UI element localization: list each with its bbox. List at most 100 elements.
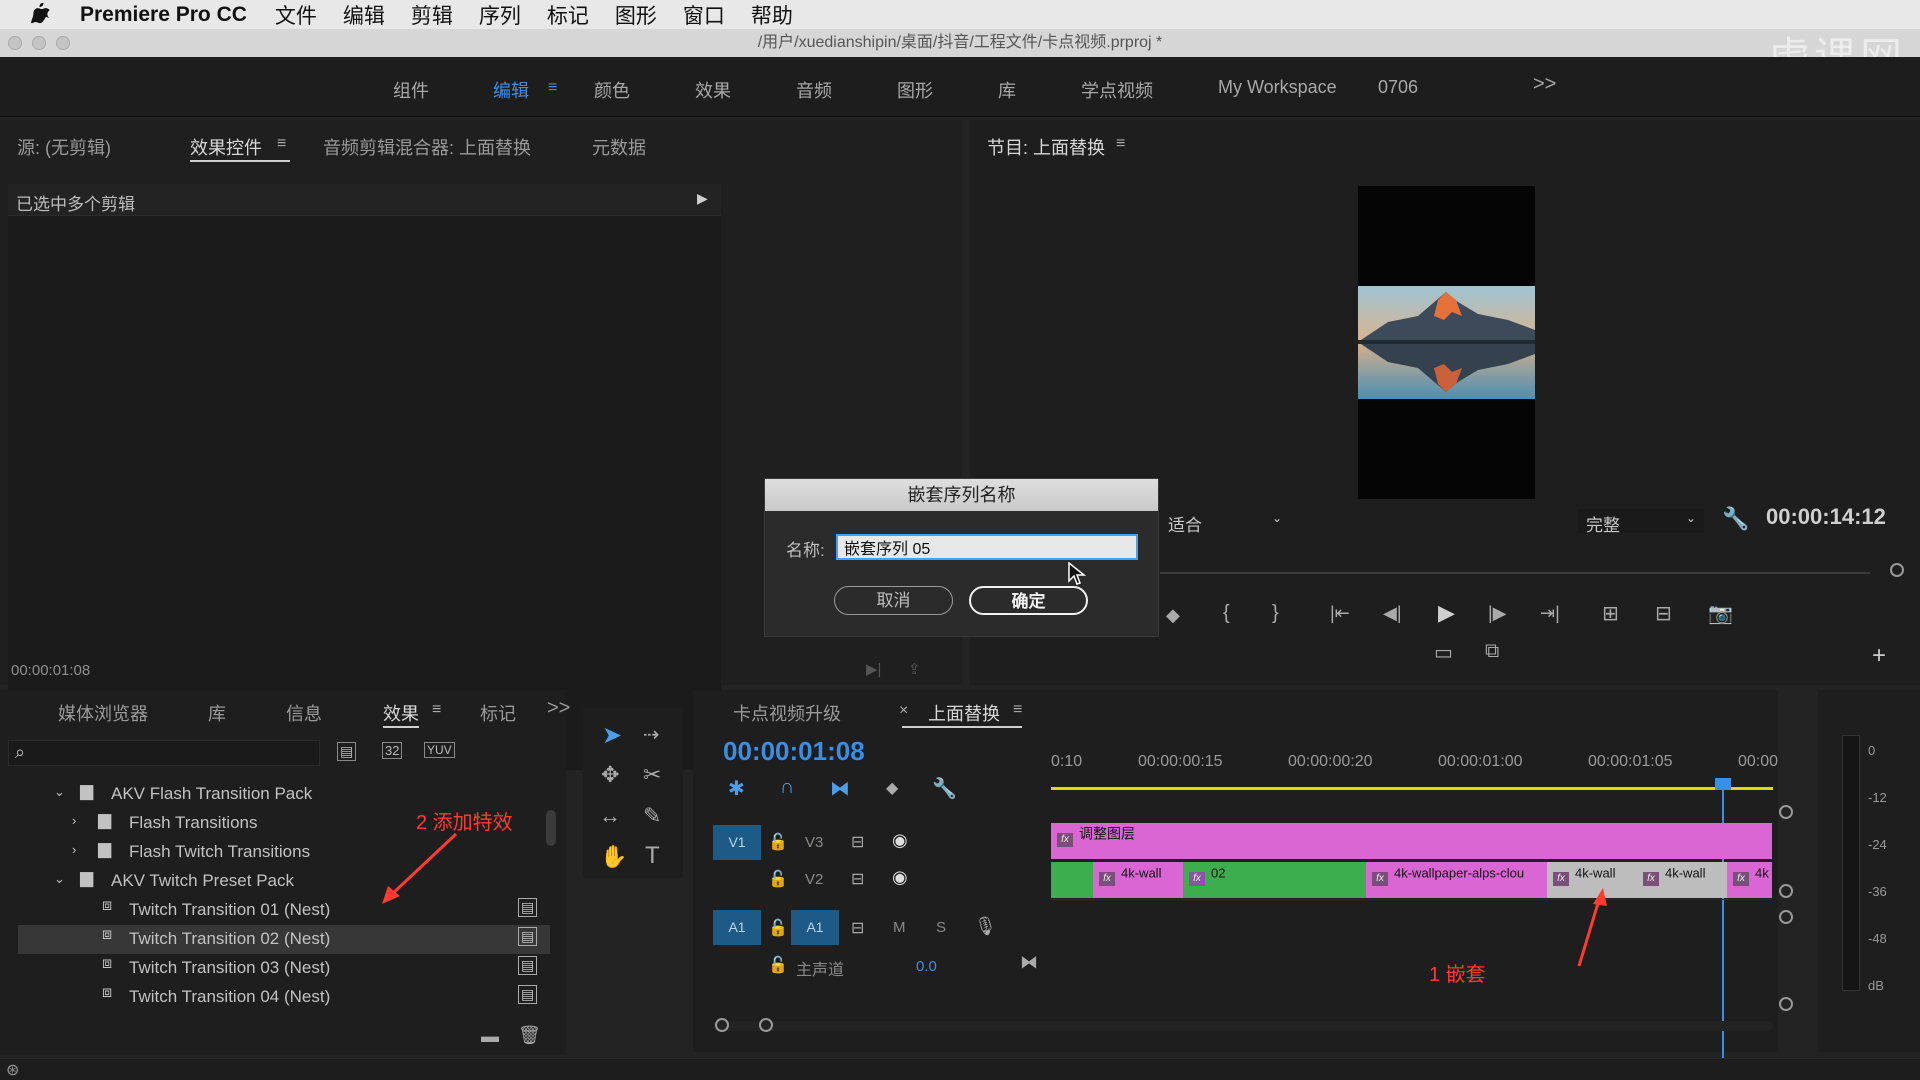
export-frame-icon[interactable]: 📷 <box>1708 601 1733 626</box>
delete-icon[interactable]: 🗑 <box>518 1025 541 1046</box>
clip-02[interactable]: fx 02 <box>1183 862 1366 898</box>
add-marker-icon[interactable]: ◆ <box>1166 605 1180 626</box>
compare-view-icon[interactable]: ⧉ <box>1485 640 1499 663</box>
nest-toggle-icon[interactable]: ✱ <box>728 776 745 801</box>
close-window-button[interactable] <box>8 36 22 50</box>
sync-lock-icon[interactable]: ⊟ <box>851 869 864 889</box>
tab-source[interactable]: 源: (无剪辑) <box>17 134 111 160</box>
clip-4k-wall-3[interactable]: fx 4k-wall <box>1637 862 1727 898</box>
slip-tool-icon[interactable]: ↔ <box>599 803 621 829</box>
time-ruler[interactable]: 0:10 00:00:00:15 00:00:00:20 00:00:01:00… <box>1051 730 1778 792</box>
go-to-out-icon[interactable]: ⇥| <box>1540 603 1560 624</box>
track-zoom-handle[interactable] <box>1779 910 1793 924</box>
lock-icon[interactable]: 🔓 <box>768 955 788 975</box>
menu-help[interactable]: 帮助 <box>751 0 793 30</box>
tree-item-flash-twitch-transitions[interactable]: › ▆ Flash Twitch Transitions <box>18 838 550 867</box>
accelerated-effects-icon[interactable]: ▤ <box>337 742 357 761</box>
apple-icon[interactable] <box>30 2 52 27</box>
hand-tool-icon[interactable]: ✋ <box>600 844 627 870</box>
quality-select[interactable]: 完整 ⌄ <box>1578 509 1704 535</box>
program-monitor-title[interactable]: 节目: 上面替换 <box>987 134 1105 160</box>
eye-icon[interactable]: ◉ <box>892 830 908 851</box>
track-zoom-handle[interactable] <box>1779 884 1793 898</box>
workspace-my-workspace[interactable]: My Workspace <box>1218 77 1337 98</box>
menu-edit[interactable]: 编辑 <box>343 0 385 30</box>
zoom-handle-left[interactable] <box>715 1018 729 1032</box>
pen-tool-icon[interactable]: ✎ <box>643 803 661 829</box>
new-folder-icon[interactable]: ▬ <box>481 1026 499 1047</box>
workspace-xuedian[interactable]: 学点视频 <box>1081 77 1153 103</box>
zoom-window-button[interactable] <box>56 36 70 50</box>
tree-item-twitch-01[interactable]: ⧈ Twitch Transition 01 (Nest) ▤ <box>18 896 550 925</box>
close-tab-icon[interactable]: × <box>899 702 908 720</box>
menu-sequence[interactable]: 序列 <box>479 0 521 30</box>
mark-out-icon[interactable]: } <box>1272 602 1279 625</box>
program-menu-icon[interactable]: ≡ <box>1116 135 1125 153</box>
go-to-in-icon[interactable]: |⇤ <box>1330 603 1350 624</box>
tab-effect-controls[interactable]: 效果控件 <box>190 134 262 160</box>
sync-lock-icon[interactable]: ⊟ <box>851 918 864 938</box>
workspace-0706[interactable]: 0706 <box>1378 77 1418 98</box>
mark-in-icon[interactable]: { <box>1223 602 1230 625</box>
add-button-icon[interactable]: + <box>1872 642 1886 670</box>
tree-item-twitch-02[interactable]: ⧈ Twitch Transition 02 (Nest) ▤ <box>18 925 550 954</box>
add-marker-icon[interactable]: ◆ <box>886 778 898 798</box>
clip-green-start[interactable] <box>1051 862 1093 898</box>
track-zoom-handle[interactable] <box>1779 997 1793 1011</box>
wrench-icon[interactable]: 🔧 <box>1722 506 1749 532</box>
lock-icon[interactable]: 🔓 <box>768 918 788 938</box>
tab-sequence-shangmian[interactable]: 上面替换 <box>928 700 1000 726</box>
scrub-end-handle[interactable] <box>1890 563 1904 577</box>
step-forward-icon[interactable]: |▶ <box>1488 603 1507 624</box>
type-tool-icon[interactable]: T <box>645 842 660 870</box>
adjustment-layer-clip[interactable]: fx 调整图层 <box>1051 823 1772 859</box>
lift-icon[interactable]: ⊞ <box>1602 601 1619 626</box>
menu-graphics[interactable]: 图形 <box>615 0 657 30</box>
fit-select[interactable]: 适合 ⌄ <box>1168 509 1294 535</box>
workspace-editing[interactable]: 编辑 <box>493 77 529 103</box>
timeline-timecode[interactable]: 00:00:01:08 <box>723 736 865 767</box>
menu-markers[interactable]: 标记 <box>547 0 589 30</box>
workspace-libraries[interactable]: 库 <box>998 77 1016 103</box>
play-icon[interactable]: ▶ <box>1438 600 1455 626</box>
go-to-end-icon[interactable]: ⧓ <box>1020 952 1038 973</box>
timeline-menu-icon[interactable]: ≡ <box>1013 701 1022 719</box>
timeline-zoom-scrollbar[interactable] <box>713 1021 1773 1031</box>
effects-menu-icon[interactable]: ≡ <box>432 701 441 719</box>
workspace-assembly[interactable]: 组件 <box>393 77 429 103</box>
ripple-edit-tool-icon[interactable]: ✥ <box>601 762 619 788</box>
a1-source-patch[interactable]: A1 <box>713 910 761 945</box>
minimize-window-button[interactable] <box>32 36 46 50</box>
effects-search-input[interactable]: ⌕ <box>8 740 320 766</box>
selection-tool-icon[interactable]: ➤ <box>602 721 622 750</box>
track-select-tool-icon[interactable]: ⇢ <box>643 722 660 747</box>
workspace-menu-icon[interactable]: ≡ <box>548 79 557 97</box>
lock-icon[interactable]: 🔓 <box>768 869 788 889</box>
sync-lock-icon[interactable]: ⊟ <box>851 832 864 852</box>
menu-clip[interactable]: 剪辑 <box>411 0 453 30</box>
menu-window[interactable]: 窗口 <box>683 0 725 30</box>
razor-tool-icon[interactable]: ✂ <box>643 762 661 788</box>
program-scrub-bar[interactable] <box>1160 572 1870 574</box>
tab-metadata[interactable]: 元数据 <box>592 134 646 160</box>
lock-icon[interactable]: 🔓 <box>768 832 788 852</box>
zoom-handle-right[interactable] <box>759 1018 773 1032</box>
tab-audio-clip-mixer[interactable]: 音频剪辑混合器: 上面替换 <box>323 134 531 160</box>
master-volume-value[interactable]: 0.0 <box>916 958 937 975</box>
workspace-audio[interactable]: 音频 <box>796 77 832 103</box>
expand-arrow-icon[interactable]: ▶ <box>697 190 708 207</box>
tree-item-twitch-03[interactable]: ⧈ Twitch Transition 03 (Nest) ▤ <box>18 954 550 983</box>
timeline-settings-icon[interactable]: 🔧 <box>932 776 957 801</box>
32bit-effects-icon[interactable]: 32 <box>382 742 403 759</box>
panel-menu-icon[interactable]: ≡ <box>277 135 286 153</box>
solo-button[interactable]: S <box>936 919 946 936</box>
playhead-handle[interactable] <box>1715 778 1731 790</box>
tab-libraries[interactable]: 库 <box>208 700 226 726</box>
tab-effects[interactable]: 效果 <box>383 700 419 726</box>
mute-button[interactable]: M <box>893 919 906 936</box>
workspace-graphics[interactable]: 图形 <box>897 77 933 103</box>
eye-icon[interactable]: ◉ <box>892 867 908 888</box>
step-back-icon[interactable]: ◀| <box>1383 603 1402 624</box>
clip-4k-end[interactable]: fx 4k <box>1727 862 1772 898</box>
menu-file[interactable]: 文件 <box>275 0 317 30</box>
